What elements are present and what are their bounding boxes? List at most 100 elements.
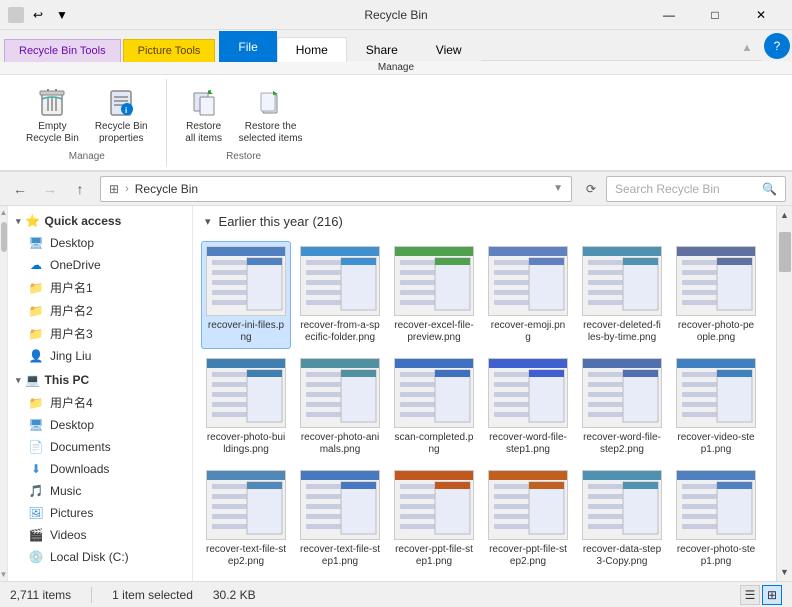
file-item[interactable]: recover-word-file-step2.png [577,353,667,461]
file-item[interactable]: scan-completed.png [389,353,479,461]
sidebar-item-desktop2[interactable]: 🖥 Desktop [8,414,192,436]
sidebar-item-user2[interactable]: 📁 用户名2 [8,299,192,322]
file-item[interactable]: recover-from-a-specific-folder.png [295,241,385,349]
sidebar-item-user3[interactable]: 📁 用户名3 [8,322,192,345]
folder-icon-4: 📁 [28,395,44,411]
sidebar-item-local-disk[interactable]: 💿 Local Disk (C:) [8,546,192,568]
tab-view[interactable]: View [417,37,481,62]
restore-all-button[interactable]: Restore all items [179,83,229,149]
file-name-label: recover-word-file-step1.png [488,432,568,456]
file-item[interactable]: recover-photo-buildings.png [201,353,291,461]
sidebar-item-thispc[interactable]: ▾ 💻 This PC [8,369,192,391]
view-details-button[interactable]: ☰ [740,585,760,605]
content-scrollbar[interactable]: ▲ ▼ [776,206,792,581]
file-item[interactable]: recover-excel-file-preview.png [389,241,479,349]
file-name-label: recover-photo-buildings.png [206,432,286,456]
scroll-up-arrow[interactable]: ▲ [778,208,792,222]
ribbon-content: Empty Recycle Bin i Recycl [0,75,792,171]
section-chevron-icon[interactable]: ▾ [205,215,211,228]
file-name-label: scan-completed.png [394,432,474,456]
sidebar-item-downloads[interactable]: ⬇ Downloads [8,458,192,480]
maximize-button[interactable]: □ [692,0,738,30]
section-title: Earlier this year (216) [219,214,343,229]
view-icons-button[interactable]: ⊞ [762,585,782,605]
file-item[interactable]: recover-data-step3-Copy.png [577,465,667,573]
content-area: ▾ Earlier this year (216) recover-ini-fi… [193,206,776,581]
address-text: Recycle Bin [135,182,547,196]
address-dropdown-icon[interactable]: ▼ [553,183,563,194]
scroll-down-arrow[interactable]: ▼ [778,565,792,579]
sidebar-item-jing-liu[interactable]: 👤 Jing Liu [8,345,192,367]
file-item[interactable]: recover-word-file-step1.png [483,353,573,461]
file-name-label: recover-photo-people.png [676,320,756,344]
address-separator: › [125,183,129,195]
back-button[interactable]: ← [6,176,34,202]
tab-recycle-bin-tools[interactable]: Recycle Bin Tools [4,39,121,62]
qat-btn-1[interactable]: ↩ [28,5,48,25]
sidebar-item-videos[interactable]: 🎬 Videos [8,524,192,546]
sidebar-item-music[interactable]: 🎵 Music [8,480,192,502]
sidebar-item-documents[interactable]: 📄 Documents [8,436,192,458]
refresh-button[interactable]: ⟳ [578,176,604,202]
restore-selected-icon [255,87,287,119]
up-button[interactable]: ↑ [66,176,94,202]
section-header: ▾ Earlier this year (216) [201,214,768,229]
file-item[interactable]: recover-photo-people.png [671,241,761,349]
sidebar-label-downloads: Downloads [50,462,109,476]
sidebar-item-desktop[interactable]: 🖥 Desktop [8,232,192,254]
star-icon: ⭐ [25,213,41,229]
file-item[interactable]: recover-ppt-file-step2.png [483,465,573,573]
file-name-label: recover-data-step3-Copy.png [582,544,662,568]
file-thumbnail [582,358,662,428]
sidebar-scrollbar[interactable]: ▲ ▼ [0,206,8,581]
sidebar-item-quickaccess[interactable]: ▾ ⭐ Quick access [8,210,192,232]
file-item[interactable]: recover-ini-files.png [201,241,291,349]
help-button[interactable]: ? [764,33,790,59]
file-item[interactable]: recover-deleted-files-by-time.png [577,241,667,349]
onedrive-icon: ☁ [28,257,44,273]
empty-recycle-bin-button[interactable]: Empty Recycle Bin [20,83,85,149]
file-name-label: recover-emoji.png [488,320,568,344]
file-name-label: recover-ini-files.png [206,320,286,344]
restore-selected-button[interactable]: Restore the selected items [233,83,309,149]
scroll-thumb[interactable] [779,232,791,272]
file-thumbnail [206,470,286,540]
search-bar[interactable]: Search Recycle Bin 🔍 [606,176,786,202]
file-item[interactable]: recover-video-step1.png [671,353,761,461]
quickaccess-label: Quick access [45,214,122,228]
quick-access-toolbar: ↩ ▼ [28,5,72,25]
file-item[interactable]: recover-photo-animals.png [295,353,385,461]
minimize-button[interactable]: — [646,0,692,30]
file-item[interactable]: recover-text-file-step2.png [201,465,291,573]
statusbar-separator [91,587,92,603]
sidebar-label-pictures: Pictures [50,506,93,520]
sidebar-scroll-thumb[interactable] [1,222,7,252]
forward-button[interactable]: → [36,176,64,202]
tab-share[interactable]: Share [347,37,417,62]
sidebar-item-user1[interactable]: 📁 用户名1 [8,276,192,299]
sidebar-scroll-down[interactable]: ▼ [0,570,7,579]
documents-icon: 📄 [28,439,44,455]
file-item[interactable]: recover-photo-step1.png [671,465,761,573]
sidebar-scroll-track [1,217,7,570]
file-thumbnail [394,358,474,428]
file-item[interactable]: recover-ppt-file-step1.png [389,465,479,573]
file-item[interactable]: recover-text-file-step1.png [295,465,385,573]
sidebar-label-desktop: Desktop [50,236,94,250]
sidebar-item-pictures[interactable]: 🖼 Pictures [8,502,192,524]
sidebar-item-user4[interactable]: 📁 用户名4 [8,391,192,414]
sidebar-item-onedrive[interactable]: ☁ OneDrive [8,254,192,276]
recycle-bin-properties-button[interactable]: i Recycle Bin properties [89,83,154,149]
ribbon-collapse-btn[interactable]: ▲ [732,35,762,61]
tab-picture-tools[interactable]: Picture Tools [123,39,216,62]
tab-file[interactable]: File [219,31,276,62]
sidebar-scroll-up[interactable]: ▲ [0,208,7,217]
close-button[interactable]: ✕ [738,0,784,30]
search-icon[interactable]: 🔍 [762,182,777,196]
person-icon: 👤 [28,348,44,364]
qat-btn-2[interactable]: ▼ [52,5,72,25]
file-item[interactable]: recover-emoji.png [483,241,573,349]
address-bar[interactable]: ⊞ › Recycle Bin ▼ [100,176,572,202]
tab-home[interactable]: Home [277,37,347,62]
ribbon-group-manage: Empty Recycle Bin i Recycl [8,79,167,166]
